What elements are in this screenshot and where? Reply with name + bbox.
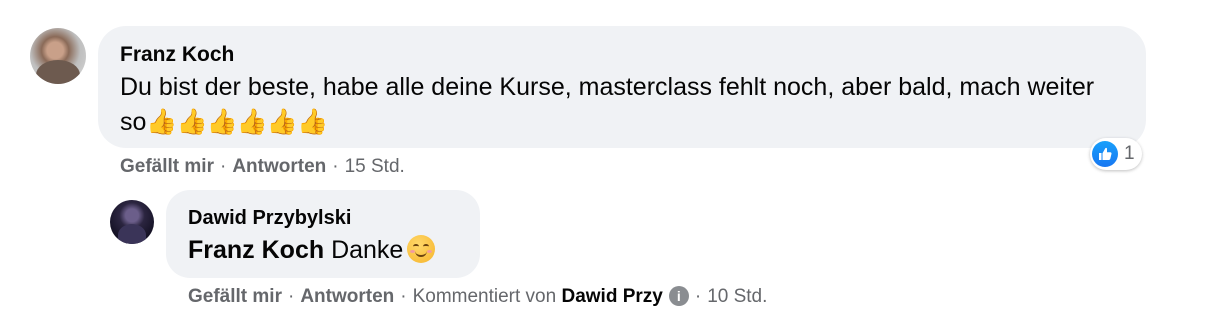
- reply-timestamp[interactable]: 10 Std.: [707, 286, 767, 307]
- reply-author[interactable]: Dawid Przybylski: [188, 207, 351, 230]
- separator: ·: [332, 156, 339, 177]
- reply-actions: Gefällt mir · Antworten · Kommentiert von Da…: [188, 286, 767, 308]
- commented-by-label: Kommentiert von: [412, 286, 557, 307]
- like-button[interactable]: Gefällt mir: [120, 156, 214, 177]
- thumbs-up-emoji: 👍👍👍👍👍👍: [146, 108, 328, 136]
- reply-body: Danke: [324, 236, 404, 264]
- comment-timestamp[interactable]: 15 Std.: [345, 156, 405, 177]
- separator: ·: [400, 286, 407, 307]
- comment-bubble: Franz Koch Du bist der beste, habe alle …: [98, 26, 1146, 148]
- reply-text: Franz Koch Danke: [188, 234, 436, 266]
- separator: ·: [219, 156, 227, 177]
- like-button[interactable]: Gefällt mir: [188, 286, 282, 307]
- reply-button[interactable]: Antworten: [300, 286, 394, 307]
- smiling-face-icon: [407, 235, 436, 263]
- comment-author[interactable]: Franz Koch: [120, 43, 234, 67]
- avatar-franz-koch[interactable]: [30, 28, 86, 84]
- info-icon[interactable]: i: [668, 286, 689, 306]
- separator: ·: [287, 286, 295, 307]
- commenter-name[interactable]: Dawid Przy: [561, 286, 662, 307]
- avatar-dawid-przybylski[interactable]: [110, 200, 154, 244]
- reply-button[interactable]: Antworten: [232, 156, 326, 177]
- mention-link[interactable]: Franz Koch: [188, 236, 324, 264]
- reaction-count: 1: [1124, 143, 1135, 164]
- comment-text: Du bist der beste, habe alle deine Kurse…: [120, 70, 1120, 140]
- reply-bubble: Dawid Przybylski Franz Koch Danke: [166, 190, 480, 278]
- comment-actions: Gefällt mir · Antworten · 15 Std.: [120, 156, 405, 178]
- reaction-summary[interactable]: 1: [1090, 138, 1142, 170]
- separator: ·: [694, 286, 702, 307]
- like-icon: [1092, 141, 1118, 167]
